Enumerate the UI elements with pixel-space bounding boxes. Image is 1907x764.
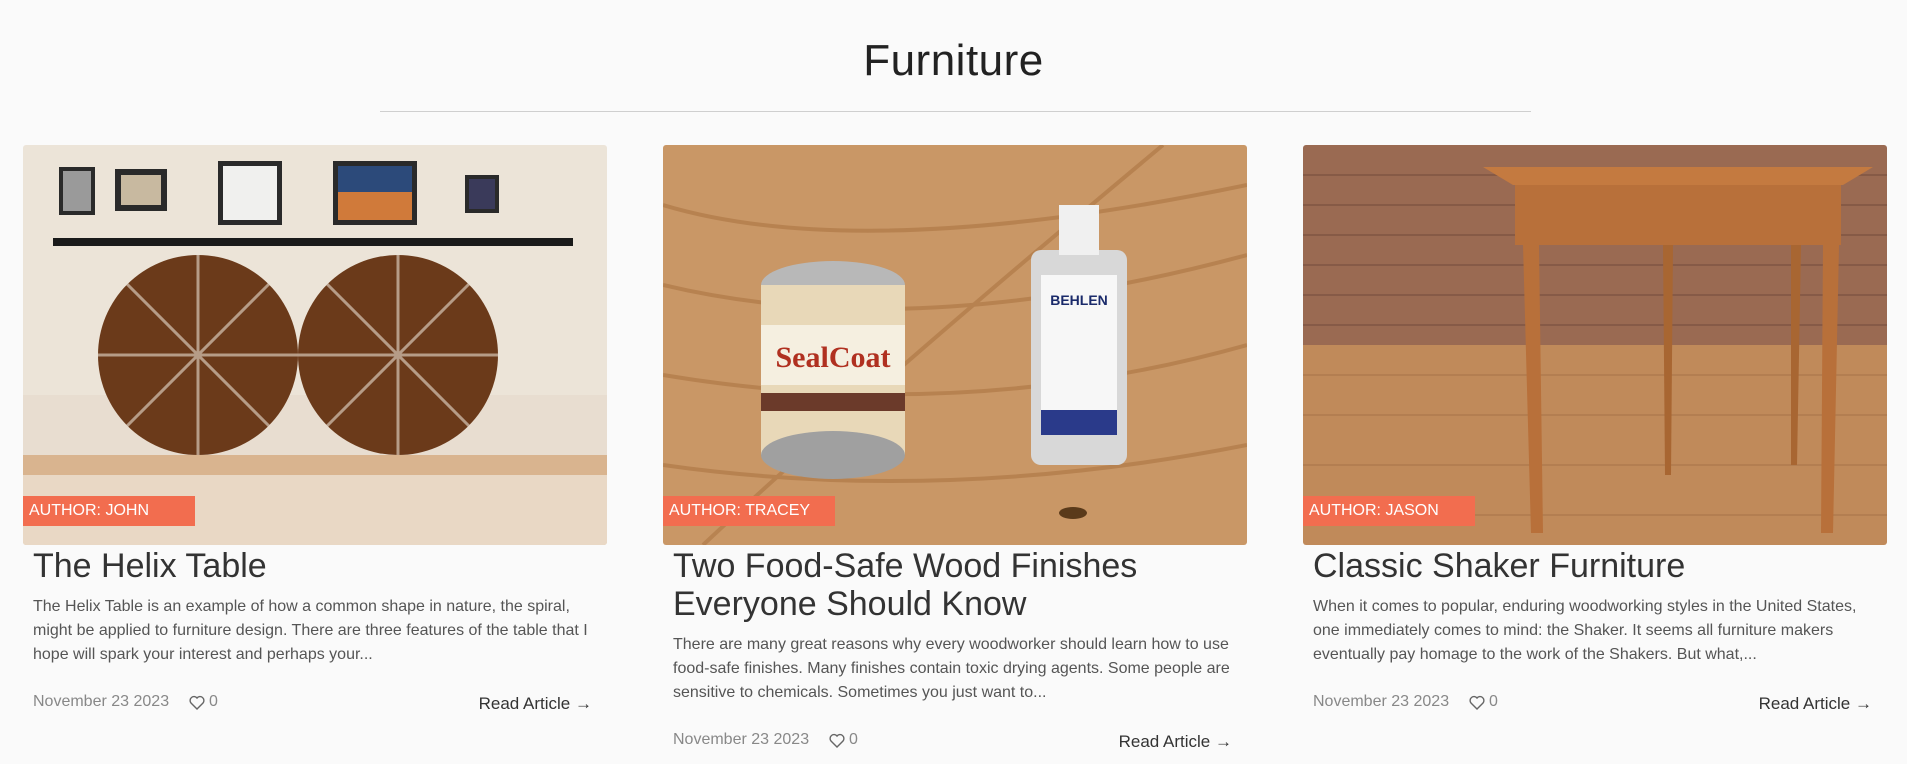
author-badge: AUTHOR: JASON (1303, 496, 1475, 526)
article-image-wood-finishes[interactable]: SealCoat BEHLEN AUTHOR: TRACEY (663, 145, 1247, 545)
article-date: November 23 2023 (33, 693, 170, 710)
article-excerpt: When it comes to popular, enduring woodw… (1313, 598, 1857, 663)
article-card-shaker-furniture: AUTHOR: JASON Classic Shaker Furniture W… (1303, 145, 1887, 717)
article-image-helix-table[interactable]: AUTHOR: JOHN (23, 145, 607, 545)
page-title: Furniture (863, 36, 1044, 85)
article-meta: November 23 2023 0 Read Article → (1313, 693, 1877, 717)
article-date: November 23 2023 (1313, 693, 1450, 710)
heart-outline-icon (1469, 695, 1485, 710)
article-date: November 23 2023 (673, 731, 810, 748)
title-divider (380, 111, 1531, 112)
article-title[interactable]: The Helix Table (33, 547, 597, 585)
read-article-link[interactable]: Read Article → (1759, 694, 1872, 714)
read-article-link[interactable]: Read Article → (1119, 732, 1232, 752)
author-badge: AUTHOR: TRACEY (663, 496, 835, 526)
article-title[interactable]: Two Food-Safe Wood Finishes Everyone Sho… (673, 547, 1237, 623)
like-count: 0 (849, 731, 858, 748)
article-meta: November 23 2023 0 Read Article → (33, 693, 597, 717)
svg-text:SealCoat: SealCoat (776, 341, 891, 374)
like-button[interactable]: 0 (829, 731, 858, 749)
heart-outline-icon (189, 695, 205, 710)
like-button[interactable]: 0 (1469, 693, 1498, 711)
like-count: 0 (209, 693, 218, 710)
read-article-link[interactable]: Read Article → (479, 694, 592, 714)
like-button[interactable]: 0 (189, 693, 218, 711)
heart-outline-icon (829, 733, 845, 748)
article-card-helix-table: AUTHOR: JOHN The Helix Table The Helix T… (23, 145, 607, 717)
svg-text:BEHLEN: BEHLEN (1050, 292, 1108, 308)
article-title[interactable]: Classic Shaker Furniture (1313, 547, 1877, 585)
article-image-shaker-furniture[interactable]: AUTHOR: JASON (1303, 145, 1887, 545)
article-card-wood-finishes: SealCoat BEHLEN AUTHOR: TRACEY Two Food-… (663, 145, 1247, 755)
like-count: 0 (1489, 693, 1498, 710)
article-excerpt: There are many great reasons why every w… (673, 636, 1230, 701)
article-excerpt: The Helix Table is an example of how a c… (33, 598, 588, 663)
article-meta: November 23 2023 0 Read Article → (673, 731, 1237, 755)
author-badge: AUTHOR: JOHN (23, 496, 195, 526)
